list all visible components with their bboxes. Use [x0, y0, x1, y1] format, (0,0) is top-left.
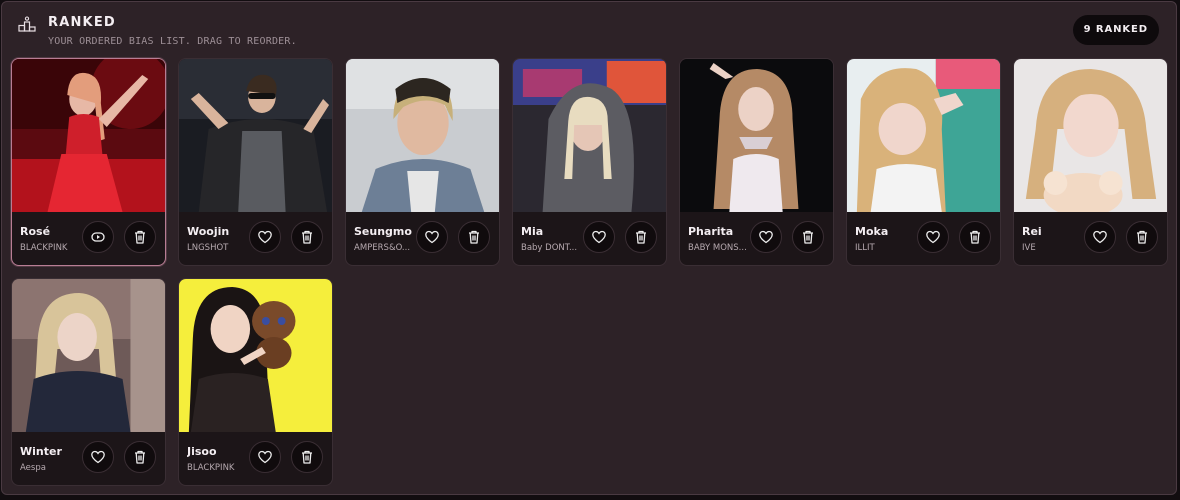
page-subtitle: YOUR ORDERED BIAS LIST. DRAG TO REORDER.: [48, 36, 297, 47]
card-group: BABY MONS...: [688, 243, 747, 253]
card-photo: [346, 59, 499, 212]
card-group: BLACKPINK: [20, 243, 68, 253]
card-photo: [1014, 59, 1167, 212]
card-name: Winter: [20, 445, 62, 458]
trash-icon: [135, 230, 145, 244]
heart-icon: [258, 450, 272, 464]
trash-icon: [302, 230, 312, 244]
bias-card[interactable]: Mia Baby DONT...: [512, 58, 667, 266]
card-group: LNGSHOT: [187, 243, 229, 253]
favorite-button[interactable]: [917, 221, 949, 253]
card-photo: [513, 59, 666, 212]
trash-icon: [636, 230, 646, 244]
card-photo: [179, 59, 332, 212]
bias-card[interactable]: Pharita BABY MONS...: [679, 58, 834, 266]
delete-button[interactable]: [959, 221, 991, 253]
trash-icon: [302, 450, 312, 464]
card-photo: [179, 279, 332, 432]
delete-button[interactable]: [1126, 221, 1158, 253]
podium-icon: [18, 16, 36, 32]
favorite-button[interactable]: [249, 221, 281, 253]
bias-card[interactable]: Winter Aespa: [11, 278, 166, 486]
bias-card[interactable]: Woojin LNGSHOT: [178, 58, 333, 266]
card-group: AMPERS&O...: [354, 243, 411, 253]
delete-button[interactable]: [458, 221, 490, 253]
card-name: Rosé: [20, 225, 51, 238]
card-name: Woojin: [187, 225, 230, 238]
favorite-button[interactable]: [416, 221, 448, 253]
card-group: ILLIT: [855, 243, 875, 253]
card-name: Moka: [855, 225, 889, 238]
card-name: Pharita: [688, 225, 734, 238]
heart-icon: [759, 230, 773, 244]
bias-card[interactable]: Jisoo BLACKPINK: [178, 278, 333, 486]
card-group: Baby DONT...: [521, 243, 578, 253]
reorder-button[interactable]: [82, 221, 114, 253]
delete-button[interactable]: [792, 221, 824, 253]
bias-card[interactable]: Seungmo AMPERS&O...: [345, 58, 500, 266]
delete-button[interactable]: [291, 221, 323, 253]
ranked-count-badge: 9 RANKED: [1072, 15, 1159, 45]
trash-icon: [135, 450, 145, 464]
card-photo: [680, 59, 833, 212]
trash-icon: [970, 230, 980, 244]
card-photo: [12, 59, 165, 212]
favorite-button[interactable]: [249, 441, 281, 473]
trash-icon: [803, 230, 813, 244]
card-photo: [12, 279, 165, 432]
heart-icon: [91, 450, 105, 464]
heart-icon: [258, 230, 272, 244]
delete-button[interactable]: [124, 221, 156, 253]
delete-button[interactable]: [291, 441, 323, 473]
heart-icon: [592, 230, 606, 244]
reorder-icon: [91, 232, 105, 242]
card-photo: [847, 59, 1000, 212]
card-name: Mia: [521, 225, 544, 238]
card-group: Aespa: [20, 463, 46, 473]
trash-icon: [1137, 230, 1147, 244]
ranked-panel: RANKED YOUR ORDERED BIAS LIST. DRAG TO R…: [1, 1, 1177, 495]
delete-button[interactable]: [625, 221, 657, 253]
bias-card[interactable]: Rosé BLACKPINK: [11, 58, 166, 266]
trash-icon: [469, 230, 479, 244]
favorite-button[interactable]: [583, 221, 615, 253]
page-title: RANKED: [48, 15, 116, 30]
delete-button[interactable]: [124, 441, 156, 473]
favorite-button[interactable]: [750, 221, 782, 253]
card-group: BLACKPINK: [187, 463, 235, 473]
favorite-button[interactable]: [1084, 221, 1116, 253]
bias-card[interactable]: Moka ILLIT: [846, 58, 1001, 266]
heart-icon: [1093, 230, 1107, 244]
card-group: IVE: [1022, 243, 1036, 253]
heart-icon: [926, 230, 940, 244]
card-name: Seungmo: [354, 225, 412, 238]
bias-card[interactable]: Rei IVE: [1013, 58, 1168, 266]
card-name: Rei: [1022, 225, 1042, 238]
favorite-button[interactable]: [82, 441, 114, 473]
card-name: Jisoo: [187, 445, 217, 458]
heart-icon: [425, 230, 439, 244]
